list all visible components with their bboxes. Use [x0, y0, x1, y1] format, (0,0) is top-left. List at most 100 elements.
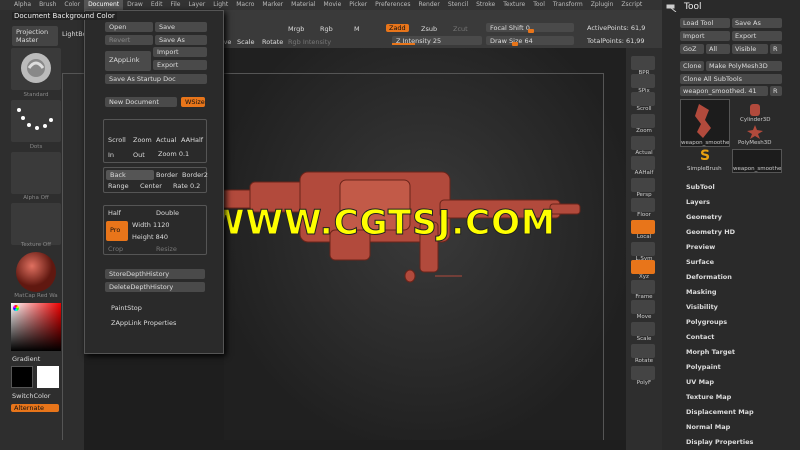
m-button[interactable]: M: [354, 25, 360, 33]
paintstop-button[interactable]: PaintStop: [111, 304, 142, 312]
double-button[interactable]: Double: [156, 209, 179, 217]
focal-shift-slider[interactable]: Focal Shift 0: [486, 23, 574, 33]
aahalf-button[interactable]: AAHalf: [181, 136, 203, 144]
tool-save-as-button[interactable]: Save As: [732, 18, 782, 28]
texture-thumbnail[interactable]: [11, 203, 61, 245]
menu-texture[interactable]: Texture: [499, 0, 529, 10]
rotate-button[interactable]: Rotate: [262, 38, 283, 46]
menu-edit[interactable]: Edit: [147, 0, 167, 10]
save-as-startup-button[interactable]: Save As Startup Doc: [105, 74, 207, 84]
menu-marker[interactable]: Marker: [258, 0, 287, 10]
tool-subpalette-display-properties[interactable]: Display Properties: [686, 438, 753, 446]
menu-render[interactable]: Render: [414, 0, 443, 10]
shelf-local-button[interactable]: [631, 220, 655, 234]
menu-draw[interactable]: Draw: [123, 0, 147, 10]
shelf-lsym-button[interactable]: [631, 242, 655, 256]
tool-subpalette-morph-target[interactable]: Morph Target: [686, 348, 735, 356]
load-tool-button[interactable]: Load Tool: [680, 18, 730, 28]
zapplink-properties-button[interactable]: ZAppLink Properties: [111, 319, 176, 327]
shelf-spix-button[interactable]: [631, 74, 655, 88]
menu-alpha[interactable]: Alpha: [10, 0, 35, 10]
switchcolor-button[interactable]: SwitchColor: [12, 392, 50, 400]
goz-button[interactable]: GoZ: [680, 44, 704, 54]
menu-transform[interactable]: Transform: [549, 0, 587, 10]
tool-export-button[interactable]: Export: [732, 31, 782, 41]
save-as-button[interactable]: Save As: [155, 35, 207, 45]
menu-stroke[interactable]: Stroke: [472, 0, 499, 10]
main-color-swatch[interactable]: [11, 366, 33, 388]
material-thumbnail[interactable]: [11, 250, 61, 292]
menu-movie[interactable]: Movie: [320, 0, 346, 10]
brush-thumbnail[interactable]: [11, 48, 61, 90]
tool-subpalette-uv-map[interactable]: UV Map: [686, 378, 714, 386]
color-picker[interactable]: [11, 303, 61, 351]
shelf-zoom-button[interactable]: [631, 114, 655, 128]
all-button[interactable]: All: [706, 44, 730, 54]
rgb-button[interactable]: Rgb: [320, 25, 333, 33]
shelf-rotate-button[interactable]: [631, 344, 655, 358]
border-button[interactable]: Border: [156, 171, 178, 179]
stroke-thumbnail[interactable]: [11, 100, 61, 142]
resize-button[interactable]: Resize: [156, 245, 177, 253]
menu-tool[interactable]: Tool: [529, 0, 549, 10]
export-button[interactable]: Export: [153, 60, 207, 70]
range-slider[interactable]: Range: [108, 182, 129, 190]
visible-button[interactable]: Visible: [732, 44, 768, 54]
tool-subpalette-normal-map[interactable]: Normal Map: [686, 423, 730, 431]
menu-zscript[interactable]: Zscript: [617, 0, 646, 10]
alpha-thumbnail[interactable]: [11, 152, 61, 194]
shelf-move-button[interactable]: [631, 300, 655, 314]
menu-macro[interactable]: Macro: [232, 0, 258, 10]
save-button[interactable]: Save: [155, 22, 207, 32]
shelf-floor-button[interactable]: [631, 198, 655, 212]
zsub-button[interactable]: Zsub: [421, 25, 437, 33]
tool-subpalette-contact[interactable]: Contact: [686, 333, 714, 341]
zoom-out-button[interactable]: Out: [133, 151, 145, 159]
tool-r-button[interactable]: R: [770, 86, 782, 96]
mrgb-button[interactable]: Mrgb: [288, 25, 304, 33]
r-button[interactable]: R: [770, 44, 782, 54]
secondary-color-swatch[interactable]: [37, 366, 59, 388]
revert-button[interactable]: Revert: [105, 35, 153, 45]
zoom-slider[interactable]: Zoom 0.1: [158, 150, 189, 158]
draw-size-knob[interactable]: [512, 42, 518, 46]
tool-subpalette-layers[interactable]: Layers: [686, 198, 710, 206]
alternate-button[interactable]: Alternate: [11, 404, 59, 412]
draw-size-slider[interactable]: Draw Size 64: [486, 36, 574, 46]
menu-document[interactable]: Document: [84, 0, 124, 10]
tool-subpalette-displacement-map[interactable]: Displacement Map: [686, 408, 754, 416]
tool-subpalette-texture-map[interactable]: Texture Map: [686, 393, 731, 401]
shelf-xyz-button[interactable]: [631, 260, 655, 274]
menu-color[interactable]: Color: [60, 0, 84, 10]
half-button[interactable]: Half: [108, 209, 121, 217]
width-slider[interactable]: Width 1120: [132, 221, 170, 229]
tool-subpalette-polygroups[interactable]: Polygroups: [686, 318, 727, 326]
rate-slider[interactable]: Rate 0.2: [173, 182, 200, 190]
rgb-intensity-slider[interactable]: Rgb Intensity: [288, 38, 331, 46]
shelf-polyf-button[interactable]: [631, 366, 655, 380]
shelf-scroll-button[interactable]: [631, 92, 655, 106]
border2-button[interactable]: Border2: [182, 171, 208, 179]
tool-subpalette-preview[interactable]: Preview: [686, 243, 715, 251]
menu-stencil[interactable]: Stencil: [444, 0, 472, 10]
zcut-button[interactable]: Zcut: [453, 25, 468, 33]
shelf-scale-button[interactable]: [631, 322, 655, 336]
open-button[interactable]: Open: [105, 22, 153, 32]
clone-all-subtools-button[interactable]: Clone All SubTools: [680, 74, 782, 84]
gradient-label[interactable]: Gradient: [12, 355, 40, 363]
scroll-button[interactable]: Scroll: [108, 136, 126, 144]
tool-subpalette-polypaint[interactable]: Polypaint: [686, 363, 721, 371]
menu-brush[interactable]: Brush: [35, 0, 60, 10]
delete-depth-history-button[interactable]: DeleteDepthHistory: [105, 282, 205, 292]
zapplink-button[interactable]: ZAppLink: [105, 51, 151, 71]
menu-material[interactable]: Material: [287, 0, 319, 10]
wsize-button[interactable]: WSize: [181, 97, 205, 107]
menu-preferences[interactable]: Preferences: [371, 0, 414, 10]
shelf-persp-button[interactable]: [631, 178, 655, 192]
tool-subpalette-geometry-hd[interactable]: Geometry HD: [686, 228, 735, 236]
back-color-swatch[interactable]: Back: [106, 170, 154, 180]
zadd-button[interactable]: Zadd: [386, 24, 409, 32]
menu-zplugin[interactable]: Zplugin: [587, 0, 618, 10]
menu-light[interactable]: Light: [209, 0, 232, 10]
zoom-button[interactable]: Zoom: [133, 136, 152, 144]
